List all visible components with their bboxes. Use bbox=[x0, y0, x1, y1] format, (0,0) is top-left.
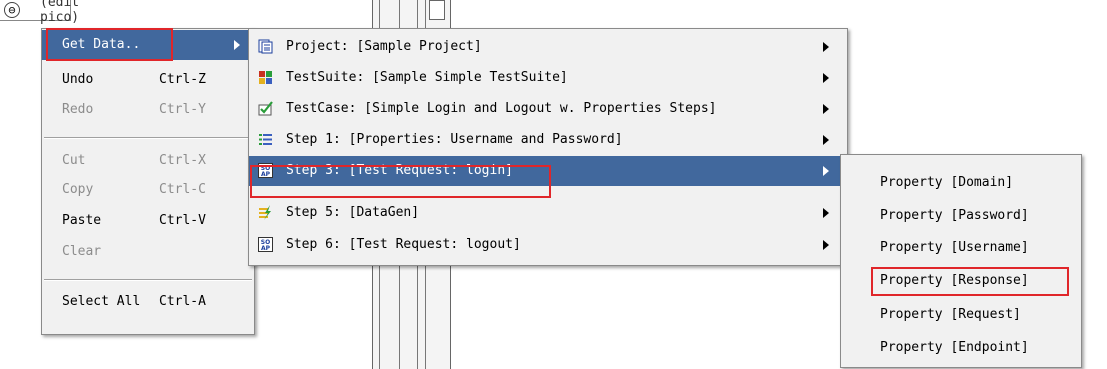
highlight-box bbox=[871, 267, 1069, 296]
soap-request-icon: SO AP bbox=[258, 237, 273, 252]
menu-item-project[interactable]: Project: [Sample Project] bbox=[249, 32, 847, 62]
menu-item-label: Step 1: [Properties: Username and Passwo… bbox=[286, 132, 623, 147]
splitter-handle[interactable] bbox=[429, 0, 445, 20]
menu-item-testsuite[interactable]: TestSuite: [Sample Simple TestSuite] bbox=[249, 63, 847, 93]
menu-item-label: Property [Request] bbox=[880, 307, 1021, 322]
menu-item-label: TestSuite: [Sample Simple TestSuite] bbox=[286, 70, 568, 85]
submenu-arrow-icon bbox=[823, 166, 829, 176]
highlight-box bbox=[46, 28, 173, 61]
menu-item-cut[interactable]: Cut Ctrl-X bbox=[42, 146, 254, 176]
menu-item-shortcut: Ctrl-Z bbox=[159, 72, 206, 87]
menu-item-label: Step 6: [Test Request: logout] bbox=[286, 237, 521, 252]
menu-item-property-request[interactable]: Property [Request] bbox=[841, 300, 1081, 330]
menu-item-label: Property [Domain] bbox=[880, 175, 1014, 190]
menu-item-property-domain[interactable]: Property [Domain] bbox=[841, 168, 1081, 198]
menu-item-label: TestCase: [Simple Login and Logout w. Pr… bbox=[286, 101, 717, 116]
testcase-icon bbox=[258, 101, 273, 116]
menu-item-property-password[interactable]: Property [Password] bbox=[841, 201, 1081, 231]
menu-item-label: Cut bbox=[62, 153, 86, 168]
menu-item-step-5[interactable]: Step 5: [DataGen] bbox=[249, 198, 847, 228]
context-menu: Get Data.. Undo Ctrl-Z Redo Ctrl-Y Cut C… bbox=[41, 28, 255, 335]
submenu-arrow-icon bbox=[823, 208, 829, 218]
menu-item-shortcut: Ctrl-A bbox=[159, 294, 206, 309]
testsuite-icon bbox=[259, 71, 272, 84]
menu-item-testcase[interactable]: TestCase: [Simple Login and Logout w. Pr… bbox=[249, 94, 847, 124]
menu-item-label: Undo bbox=[62, 72, 94, 87]
highlight-box bbox=[250, 165, 551, 198]
menu-item-clear[interactable]: Clear bbox=[42, 237, 254, 267]
menu-item-label: Select All bbox=[62, 294, 141, 309]
menu-item-select-all[interactable]: Select All Ctrl-A bbox=[42, 287, 254, 317]
project-icon bbox=[258, 39, 273, 54]
menu-item-copy[interactable]: Copy Ctrl-C bbox=[42, 175, 254, 205]
editor-field[interactable]: ⊖ (edit pico) bbox=[0, 0, 79, 25]
menu-separator bbox=[44, 137, 252, 139]
menu-item-shortcut: Ctrl-C bbox=[159, 182, 206, 197]
menu-item-undo[interactable]: Undo Ctrl-Z bbox=[42, 65, 254, 95]
menu-item-property-endpoint[interactable]: Property [Endpoint] bbox=[841, 333, 1081, 363]
submenu-arrow-icon bbox=[823, 135, 829, 145]
editor-text: (edit pico) bbox=[40, 0, 80, 25]
menu-item-label: Clear bbox=[62, 244, 102, 259]
collapse-icon[interactable]: ⊖ bbox=[4, 2, 20, 18]
menu-item-label: Project: [Sample Project] bbox=[286, 39, 482, 54]
submenu-arrow-icon bbox=[823, 104, 829, 114]
menu-item-paste[interactable]: Paste Ctrl-V bbox=[42, 206, 254, 236]
property-submenu: Property [Domain] Property [Password] Pr… bbox=[840, 154, 1082, 368]
menu-item-step-1[interactable]: Step 1: [Properties: Username and Passwo… bbox=[249, 125, 847, 155]
submenu-arrow-icon bbox=[823, 240, 829, 250]
menu-item-redo[interactable]: Redo Ctrl-Y bbox=[42, 95, 254, 125]
submenu-arrow-icon bbox=[823, 42, 829, 52]
submenu-arrow-icon bbox=[234, 40, 240, 50]
menu-item-property-username[interactable]: Property [Username] bbox=[841, 233, 1081, 263]
submenu-arrow-icon bbox=[823, 73, 829, 83]
menu-item-label: Property [Username] bbox=[880, 240, 1029, 255]
menu-item-label: Paste bbox=[62, 213, 102, 228]
menu-item-shortcut: Ctrl-Y bbox=[159, 102, 206, 117]
menu-item-step-6[interactable]: SO AP Step 6: [Test Request: logout] bbox=[249, 230, 847, 260]
menu-item-label: Redo bbox=[62, 102, 94, 117]
menu-item-label: Property [Password] bbox=[880, 208, 1029, 223]
menu-item-shortcut: Ctrl-X bbox=[159, 153, 206, 168]
datagen-icon bbox=[259, 205, 271, 220]
menu-separator bbox=[44, 279, 252, 281]
menu-item-label: Property [Endpoint] bbox=[880, 340, 1029, 355]
get-data-submenu: Project: [Sample Project] TestSuite: [Sa… bbox=[248, 28, 848, 266]
properties-step-icon bbox=[259, 134, 272, 145]
menu-item-label: Step 5: [DataGen] bbox=[286, 205, 420, 220]
menu-item-label: Copy bbox=[62, 182, 94, 197]
menu-item-shortcut: Ctrl-V bbox=[159, 213, 206, 228]
svg-text:AP: AP bbox=[261, 245, 271, 252]
